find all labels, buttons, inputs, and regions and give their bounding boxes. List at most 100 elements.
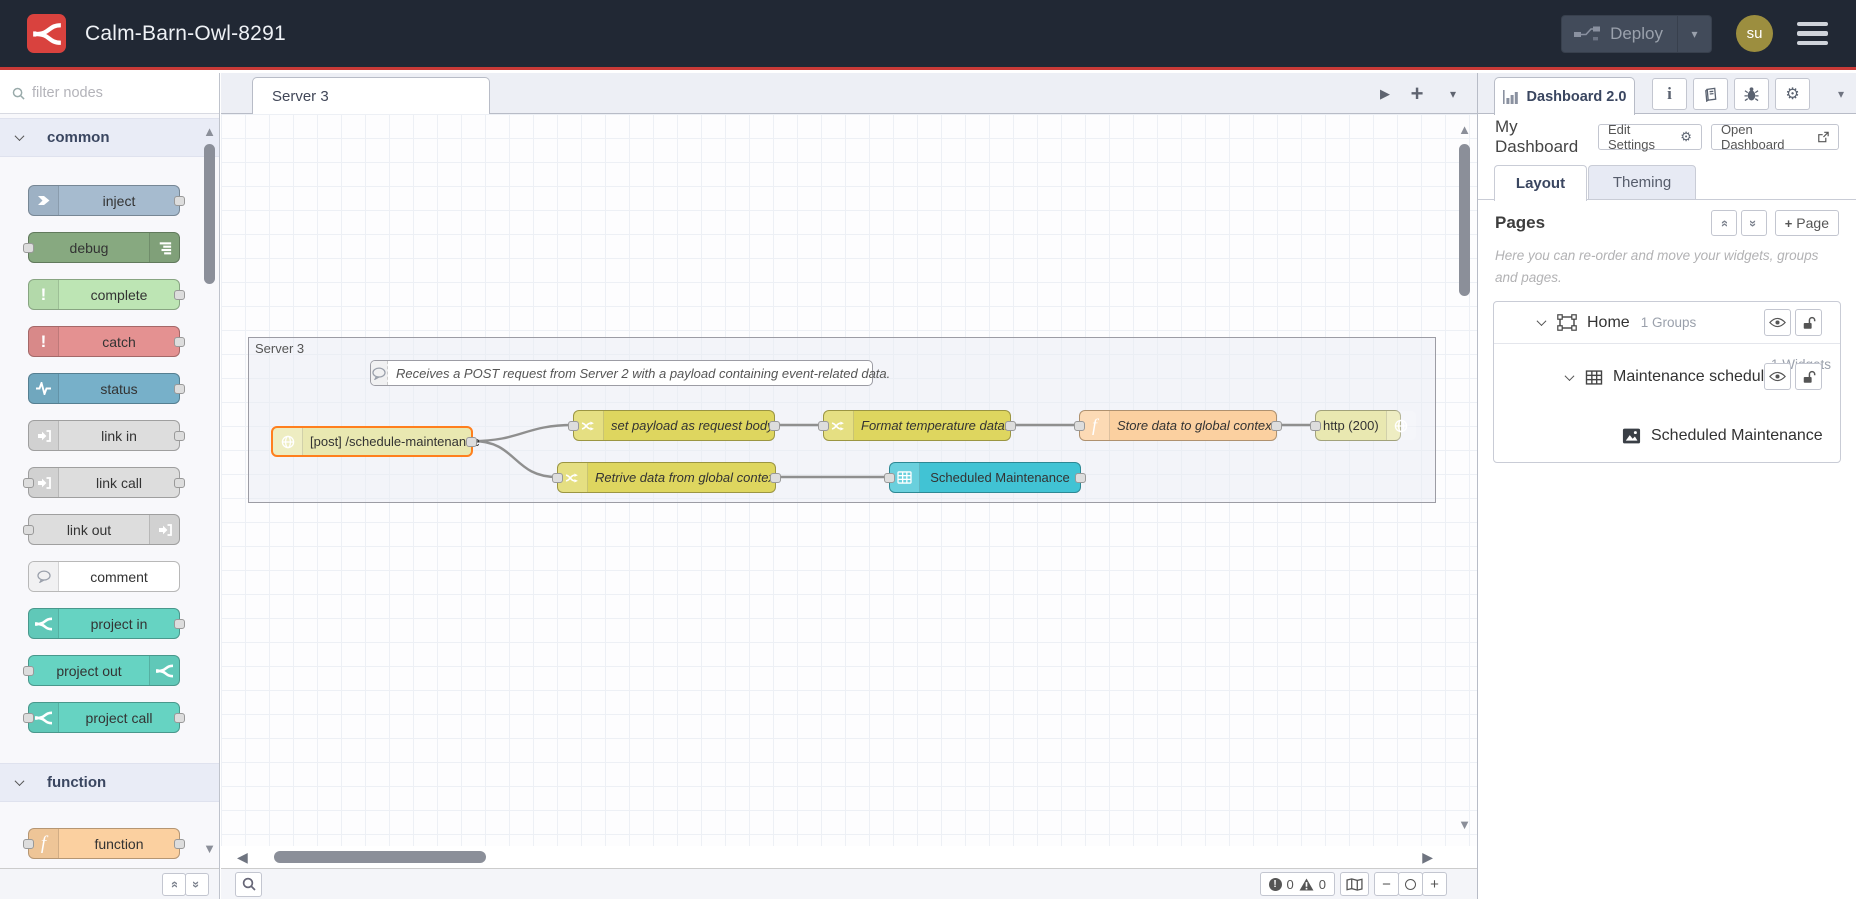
canvas-scroll-right[interactable]: ▶	[1422, 849, 1433, 866]
input-port[interactable]	[1310, 420, 1321, 431]
flow-canvas[interactable]: Server 3 Receives a POST request from Se…	[221, 114, 1477, 846]
palette-category-function[interactable]: function	[0, 763, 219, 802]
search-flows-button[interactable]	[235, 871, 262, 897]
edit-settings-button[interactable]: Edit Settings ⚙	[1598, 122, 1702, 152]
add-flow-button[interactable]: +	[1405, 73, 1429, 114]
palette-node-comment[interactable]: comment	[28, 561, 180, 592]
palette-category-common[interactable]: common	[0, 118, 219, 157]
input-port[interactable]	[23, 712, 34, 723]
canvas-hscrollbar-thumb[interactable]	[274, 851, 486, 863]
palette-scrollbar-thumb[interactable]	[204, 144, 215, 284]
main-menu-button[interactable]	[1797, 21, 1828, 46]
input-port[interactable]	[818, 420, 829, 431]
collapse-pages-button[interactable]: »	[1710, 210, 1737, 236]
deploy-button[interactable]: Deploy ▾	[1561, 14, 1712, 53]
output-port[interactable]	[174, 618, 185, 629]
info-sidebar-button[interactable]: i	[1652, 78, 1687, 110]
user-avatar[interactable]: su	[1736, 15, 1773, 52]
palette-node-project-out[interactable]: project out	[23, 655, 180, 686]
add-page-button[interactable]: + Page	[1774, 210, 1839, 236]
tab-layout[interactable]: Layout	[1494, 165, 1587, 201]
palette-collapse-all-button[interactable]: »	[162, 872, 186, 896]
output-port[interactable]	[466, 436, 477, 447]
tree-row-widget-scheduled-maintenance[interactable]: Scheduled Maintenance	[1494, 410, 1840, 462]
node-format-temperature[interactable]: Format temperature data.	[818, 410, 1016, 441]
input-port[interactable]	[568, 420, 579, 431]
expand-pages-button[interactable]: »	[1740, 210, 1767, 236]
output-port[interactable]	[174, 477, 185, 488]
node-set-payload[interactable]: set payload as request body	[568, 410, 780, 441]
output-port[interactable]	[174, 712, 185, 723]
map-icon	[1346, 877, 1363, 891]
canvas-scroll-down[interactable]: ▼	[1458, 817, 1471, 832]
input-port[interactable]	[552, 472, 563, 483]
flow-tab-server3[interactable]: Server 3	[252, 77, 490, 115]
input-port[interactable]	[23, 838, 34, 849]
chevron-down-icon	[14, 776, 25, 787]
flow-status-counts[interactable]: ! 0 0	[1259, 872, 1335, 896]
output-port[interactable]	[770, 472, 781, 483]
toggle-visibility-button[interactable]	[1764, 309, 1791, 336]
canvas-vscrollbar-thumb[interactable]	[1459, 144, 1470, 296]
node-store-global[interactable]: f Store data to global context	[1074, 410, 1282, 441]
palette-node-link-call[interactable]: link call	[23, 467, 185, 498]
palette-node-link-in[interactable]: link in	[28, 420, 185, 451]
open-dashboard-button[interactable]: Open Dashboard	[1710, 122, 1839, 152]
input-port[interactable]	[23, 524, 34, 535]
palette-node-inject[interactable]: inject	[28, 185, 185, 216]
palette-expand-all-button[interactable]: »	[185, 872, 209, 896]
tree-row-page-home[interactable]: Home 1 Groups	[1494, 302, 1840, 344]
palette-filter[interactable]: filter nodes	[0, 73, 219, 114]
toggle-lock-button[interactable]	[1795, 363, 1822, 390]
output-port[interactable]	[174, 289, 185, 300]
output-port[interactable]	[174, 383, 185, 394]
gear-icon: ⚙	[1785, 86, 1800, 103]
tab-dashboard-2[interactable]: Dashboard 2.0	[1494, 77, 1635, 115]
output-port[interactable]	[1005, 420, 1016, 431]
tree-row-group-maintenance[interactable]: Maintenance schedul... 1 Widgets	[1494, 344, 1840, 410]
comment-node[interactable]: Receives a POST request from Server 2 wi…	[370, 360, 890, 386]
toggle-lock-button[interactable]	[1795, 309, 1822, 336]
palette-node-project-in[interactable]: project in	[28, 608, 185, 639]
node-http-response[interactable]: http (200)	[1310, 410, 1416, 441]
output-port[interactable]	[174, 838, 185, 849]
output-port[interactable]	[174, 430, 185, 441]
canvas-scroll-left[interactable]: ◀	[237, 849, 248, 866]
node-http-in[interactable]: [post] /schedule-maintenance	[271, 426, 480, 457]
palette-scroll-up[interactable]: ▲	[203, 124, 216, 139]
tab-theming[interactable]: Theming	[1588, 165, 1696, 200]
palette-node-project-call[interactable]: project call	[23, 702, 185, 733]
palette-node-debug[interactable]: debug	[23, 232, 180, 263]
input-port[interactable]	[23, 477, 34, 488]
input-port[interactable]	[23, 665, 34, 676]
sidebar-tabs-dropdown[interactable]: ▾	[1838, 87, 1844, 101]
palette-node-complete[interactable]: ! complete	[28, 279, 185, 310]
palette-scroll-down[interactable]: ▼	[203, 841, 216, 856]
output-port[interactable]	[174, 336, 185, 347]
output-port[interactable]	[174, 195, 185, 206]
output-port[interactable]	[769, 420, 780, 431]
node-retrieve-global[interactable]: Retrive data from global context	[552, 462, 781, 493]
palette-node-link-out[interactable]: link out	[23, 514, 180, 545]
canvas-scroll-up[interactable]: ▲	[1458, 122, 1471, 137]
input-port[interactable]	[884, 472, 895, 483]
output-port[interactable]	[1271, 420, 1282, 431]
zoom-reset-button[interactable]	[1398, 872, 1423, 896]
deploy-options-button[interactable]: ▾	[1677, 15, 1711, 52]
next-tab-icon[interactable]: ▶	[1375, 73, 1395, 114]
input-port[interactable]	[23, 242, 34, 253]
zoom-in-button[interactable]: +	[1422, 872, 1447, 896]
node-ui-table[interactable]: Scheduled Maintenance	[884, 462, 1086, 493]
input-port[interactable]	[1074, 420, 1085, 431]
palette-node-status[interactable]: status	[28, 373, 185, 404]
toggle-visibility-button[interactable]	[1764, 363, 1791, 390]
zoom-out-button[interactable]: −	[1374, 872, 1399, 896]
output-port[interactable]	[1075, 472, 1086, 483]
palette-node-function[interactable]: f function	[23, 828, 185, 859]
settings-sidebar-button[interactable]: ⚙	[1775, 78, 1810, 110]
debug-sidebar-button[interactable]	[1734, 78, 1769, 110]
help-sidebar-button[interactable]	[1693, 78, 1728, 110]
minimap-toggle-button[interactable]	[1340, 872, 1369, 896]
palette-node-catch[interactable]: ! catch	[28, 326, 185, 357]
flow-list-dropdown[interactable]: ▾	[1441, 73, 1465, 114]
